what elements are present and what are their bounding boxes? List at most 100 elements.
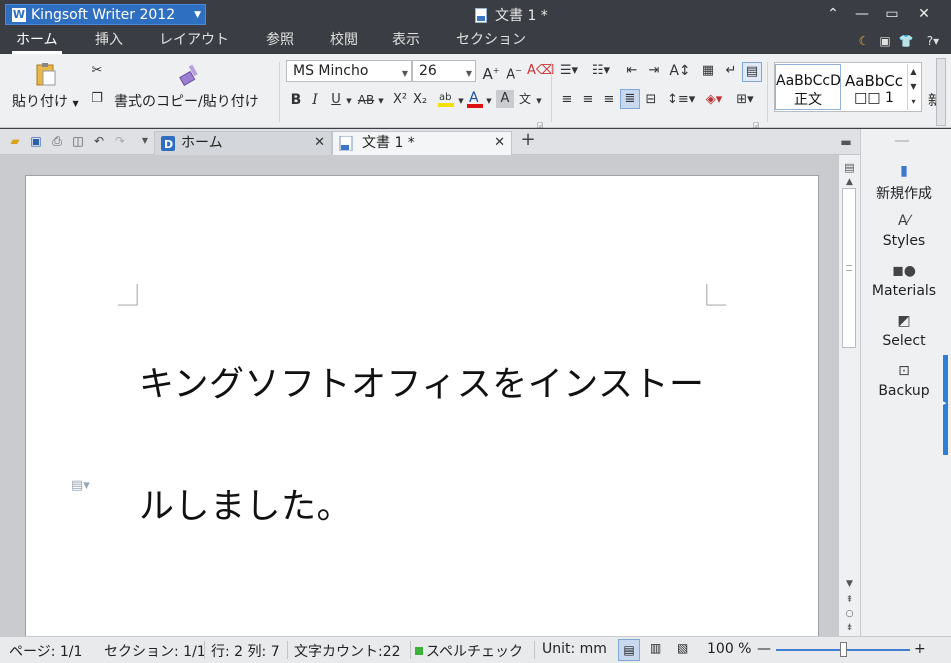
shirt-icon[interactable]: 👕 bbox=[898, 33, 914, 49]
align-right-icon[interactable]: ≡ bbox=[601, 91, 617, 109]
ribbon-scrollbar[interactable] bbox=[936, 58, 946, 126]
print-icon[interactable]: ⎙ bbox=[49, 133, 65, 149]
paste-button[interactable]: 貼り付け ▼ bbox=[12, 91, 79, 111]
zoom-out-icon[interactable]: — bbox=[757, 641, 771, 657]
redo-icon[interactable]: ↷ bbox=[112, 133, 128, 149]
help-button[interactable]: ?▾ bbox=[921, 33, 945, 49]
shrink-font-icon[interactable]: A− bbox=[505, 62, 523, 84]
customize-toolbar-icon[interactable]: ▼ bbox=[137, 133, 153, 149]
select-browse-object-icon[interactable]: ○ bbox=[839, 609, 860, 619]
vertical-scrollbar[interactable]: ▤ ▲ ▼ ⇞ ○ ⇟ bbox=[838, 155, 860, 636]
phonetic-guide-icon[interactable]: 文 bbox=[516, 90, 534, 108]
align-center-icon[interactable]: ≡ bbox=[580, 91, 596, 109]
panel-materials[interactable]: ◼● Materials bbox=[861, 263, 947, 299]
document-text-line[interactable]: ルしました。 bbox=[139, 478, 352, 529]
chevron-down-icon[interactable]: ▼ bbox=[457, 92, 465, 110]
panel-collapse-handle[interactable]: ▸ bbox=[943, 355, 948, 455]
paste-icon[interactable] bbox=[34, 62, 58, 88]
save-icon[interactable]: ▣ bbox=[28, 133, 44, 149]
navigation-pane-icon[interactable]: ▤ bbox=[742, 62, 762, 82]
close-icon[interactable]: ✕ bbox=[494, 132, 505, 154]
style-heading-1[interactable]: AaBbCc □□ 1 bbox=[841, 64, 907, 110]
tab-home[interactable]: ホーム bbox=[12, 28, 62, 54]
grow-font-icon[interactable]: A+ bbox=[482, 62, 500, 83]
panel-backup[interactable]: ⊡ Backup bbox=[861, 363, 947, 399]
font-name-select[interactable]: MS Mincho ▼ bbox=[286, 60, 412, 82]
chevron-down-icon[interactable]: ▼ bbox=[345, 92, 353, 110]
zoom-level[interactable]: 100 % bbox=[707, 641, 751, 657]
show-marks-icon[interactable]: ↵ bbox=[722, 62, 740, 80]
tab-home-page[interactable]: D ホーム ✕ bbox=[154, 131, 332, 156]
scrollbar-thumb[interactable] bbox=[842, 188, 856, 348]
collapse-ribbon-button[interactable]: ⌃ bbox=[822, 3, 844, 25]
tab-section[interactable]: セクション bbox=[456, 28, 526, 54]
panel-styles[interactable]: A⁄ Styles bbox=[861, 213, 947, 249]
text-direction-icon[interactable]: A↕ bbox=[668, 62, 692, 80]
chevron-down-icon[interactable]: ▼ bbox=[535, 92, 543, 110]
numbering-icon[interactable]: ☷▾ bbox=[590, 62, 612, 80]
panel-new-document[interactable]: ▮ 新規作成 bbox=[861, 163, 947, 203]
format-copy-button[interactable]: 書式のコピー/貼り付け bbox=[114, 91, 259, 111]
maximize-button[interactable]: ▭ bbox=[881, 3, 903, 25]
decrease-indent-icon[interactable]: ⇤ bbox=[623, 62, 641, 80]
app-menu-button[interactable]: W Kingsoft Writer 2012 ▼ bbox=[5, 4, 206, 25]
new-tab-button[interactable]: + bbox=[518, 131, 538, 149]
style-normal[interactable]: AaBbCcD 正文 bbox=[775, 64, 841, 110]
format-painter-icon[interactable] bbox=[178, 62, 202, 87]
align-left-icon[interactable]: ≡ bbox=[559, 91, 575, 109]
template-icon[interactable]: ▣ bbox=[877, 33, 893, 49]
distribute-icon[interactable]: ⊟ bbox=[642, 91, 660, 109]
print-preview-icon[interactable]: ◫ bbox=[70, 133, 86, 149]
document-page[interactable]: キングソフトオフィスをインストー ルしました。 bbox=[25, 175, 819, 645]
font-color-icon[interactable]: A bbox=[466, 89, 484, 109]
increase-indent-icon[interactable]: ⇥ bbox=[645, 62, 663, 80]
tab-layout[interactable]: レイアウト bbox=[159, 28, 229, 54]
table-grid-icon[interactable]: ▦ bbox=[699, 62, 717, 80]
borders-icon[interactable]: ⊞▾ bbox=[733, 91, 757, 109]
scroll-up-icon[interactable]: ▲ bbox=[839, 177, 860, 187]
next-page-icon[interactable]: ⇟ bbox=[839, 623, 860, 633]
chevron-down-icon[interactable]: ▼ bbox=[377, 92, 385, 110]
tab-list-icon[interactable]: ▬ bbox=[838, 134, 854, 150]
chevron-down-icon[interactable]: ▼ bbox=[485, 92, 493, 110]
tab-view[interactable]: 表示 bbox=[392, 28, 420, 54]
spellcheck-toggle[interactable]: スペルチェック bbox=[426, 641, 523, 661]
unit-indicator[interactable]: Unit: mm bbox=[542, 641, 607, 657]
styles-scroll-icon[interactable]: ▲ ▼ ▾ bbox=[907, 64, 919, 110]
justify-icon[interactable]: ≣ bbox=[620, 89, 640, 109]
close-icon[interactable]: ✕ bbox=[314, 132, 325, 154]
char-shading-icon[interactable]: A bbox=[496, 90, 514, 108]
paragraph-shading-icon[interactable]: ◈▾ bbox=[702, 91, 726, 109]
tab-review[interactable]: 校閲 bbox=[330, 28, 358, 54]
undo-icon[interactable]: ↶ bbox=[91, 133, 107, 149]
previous-page-icon[interactable]: ⇞ bbox=[839, 595, 860, 605]
font-size-select[interactable]: 26 ▼ bbox=[412, 60, 476, 82]
scroll-down-icon[interactable]: ▼ bbox=[839, 579, 860, 589]
word-count[interactable]: 文字カウント:22 bbox=[294, 641, 401, 661]
minimize-button[interactable]: — bbox=[851, 3, 873, 25]
superscript-button[interactable]: X² bbox=[391, 91, 409, 109]
print-layout-view-icon[interactable]: ▤ bbox=[618, 639, 640, 661]
open-folder-icon[interactable]: ▰ bbox=[7, 133, 23, 149]
strikethrough-button[interactable]: AB bbox=[355, 91, 377, 109]
paragraph-handle-icon[interactable]: ▤▾ bbox=[71, 478, 90, 493]
cut-icon[interactable]: ✂ bbox=[88, 62, 106, 80]
tab-document-1[interactable]: 文書 1 * ✕ bbox=[332, 131, 512, 156]
tab-references[interactable]: 参照 bbox=[266, 28, 294, 54]
italic-button[interactable]: I bbox=[309, 91, 321, 109]
panel-select[interactable]: ◩ Select bbox=[861, 313, 947, 349]
underline-button[interactable]: U bbox=[328, 91, 344, 109]
zoom-slider-thumb[interactable] bbox=[840, 642, 847, 657]
web-layout-view-icon[interactable]: ▥ bbox=[650, 641, 661, 655]
line-spacing-icon[interactable]: ↕≡▾ bbox=[667, 91, 695, 109]
highlight-icon[interactable]: ab bbox=[437, 89, 457, 109]
clear-format-icon[interactable]: A⌫ bbox=[527, 62, 554, 80]
document-text-line[interactable]: キングソフトオフィスをインストー bbox=[139, 356, 705, 407]
bold-button[interactable]: B bbox=[289, 91, 303, 109]
reading-view-icon[interactable]: ▧ bbox=[677, 641, 688, 655]
split-view-icon[interactable]: ▤ bbox=[839, 161, 860, 174]
skin-moon-icon[interactable]: ☾ bbox=[856, 33, 872, 49]
bullets-icon[interactable]: ☰▾ bbox=[558, 62, 580, 80]
close-button[interactable]: ✕ bbox=[913, 3, 935, 25]
zoom-in-icon[interactable]: + bbox=[914, 641, 926, 657]
